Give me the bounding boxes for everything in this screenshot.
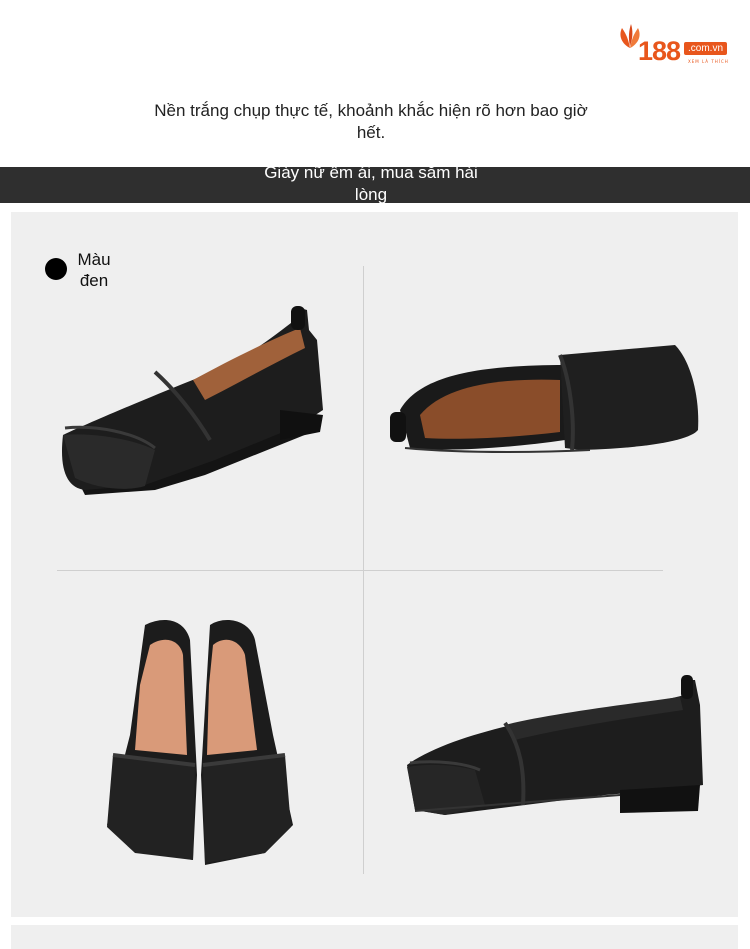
shoe-angled-top-view[interactable] — [390, 340, 705, 460]
color-swatch-dot[interactable] — [45, 258, 67, 280]
logo-number: 188 — [638, 36, 681, 66]
shoe-pair-front-view[interactable] — [105, 615, 295, 870]
site-logo[interactable]: 188 .com.vn XEM LÀ THÍCH — [616, 22, 732, 70]
logo-domain: .com.vn — [684, 42, 728, 55]
banner-title: Giày nữ êm ái, mua sắm hài lòng — [264, 163, 478, 204]
color-swatch-label: Màu đen — [77, 250, 111, 290]
next-panel — [11, 925, 738, 949]
gallery-divider-horizontal — [57, 570, 663, 571]
shoe-profile-view[interactable] — [405, 675, 705, 825]
intro-text: Nền trắng chụp thực tế, khoảnh khắc hiện… — [154, 101, 588, 142]
shoe-side-view[interactable] — [55, 300, 330, 500]
logo-tagline: XEM LÀ THÍCH — [688, 59, 729, 64]
